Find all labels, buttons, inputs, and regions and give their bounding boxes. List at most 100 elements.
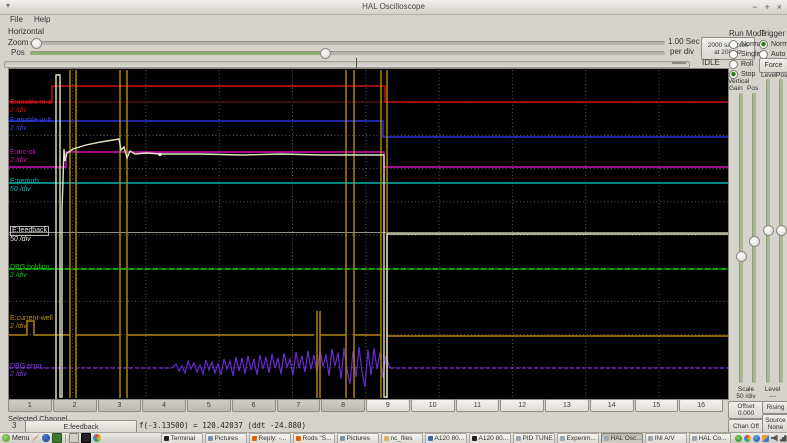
radio-label: Auto <box>771 50 786 58</box>
taskbar-window-pictures[interactable]: Pictures <box>204 432 247 443</box>
window-label: nc_files <box>390 434 413 442</box>
window-label: HAL Osc... <box>610 434 642 442</box>
screen-icon[interactable] <box>68 433 79 443</box>
channel-button-14[interactable]: 14 <box>589 399 634 412</box>
channel-button-16[interactable]: 16 <box>679 399 723 412</box>
window-label: INI A/V <box>654 434 675 442</box>
vertical-gain-thumb[interactable] <box>736 251 747 262</box>
channel-gain: 2 /div <box>10 157 27 164</box>
taskbar-window-rods-s-[interactable]: Rods "S... <box>292 432 335 443</box>
menu-file[interactable]: File <box>10 15 23 24</box>
horizontal-zoom-slider[interactable] <box>30 41 665 45</box>
channel-button-15[interactable]: 15 <box>634 399 679 412</box>
trace-E:feedback <box>55 74 728 399</box>
window-icon <box>647 435 653 441</box>
channel-label-E:enable-in-b[interactable]: E:enable-in-b 2 /div <box>10 117 52 133</box>
mate-menu-icon <box>2 434 10 442</box>
pos-slider-fill <box>30 52 325 55</box>
channel-label-E:perturb[interactable]: E:perturb 50 /div <box>10 178 39 194</box>
minimize-button[interactable]: − <box>752 2 757 12</box>
window-menu-icon[interactable]: ▾ <box>6 1 10 10</box>
channel-button-6[interactable]: 6 <box>231 399 276 412</box>
scope-display[interactable] <box>8 68 729 400</box>
close-button[interactable]: × <box>777 2 782 12</box>
channel-button-8[interactable]: 8 <box>321 399 365 412</box>
taskbar-window-nc-files[interactable]: nc_files <box>380 432 423 443</box>
channel-label-E:arc-ok[interactable]: E:arc-ok 2 /div <box>10 149 36 165</box>
source-value: None <box>767 423 784 431</box>
channel-button-12[interactable]: 12 <box>500 399 544 412</box>
trigger-radio-normal[interactable]: Normal <box>759 39 787 49</box>
trigger-level-thumb[interactable] <box>763 225 774 236</box>
taskbar-window-pictures[interactable]: Pictures <box>336 432 379 443</box>
transfer-icon[interactable] <box>761 434 769 442</box>
channel-button-3[interactable]: 3 <box>97 399 142 412</box>
titlebar: ▾ HAL Oscilloscope − + × <box>0 0 787 15</box>
trigger-force-button[interactable]: Force <box>759 58 787 73</box>
display-icon[interactable] <box>80 433 91 443</box>
channel-label-DBG:holding[interactable]: DBG:holding 2 /div <box>10 264 50 280</box>
cursor-readout: f(-3.13500) = 120.42037 (ddt -24.880) <box>139 421 307 430</box>
channel-button-4[interactable]: 4 <box>142 399 186 412</box>
chan-off-button[interactable]: Chan Off <box>728 419 764 433</box>
channel-label-DBG:error[interactable]: DBG:error 2 /div <box>10 363 42 379</box>
trace-DBG:error-noise <box>171 346 391 388</box>
volume-icon[interactable] <box>770 434 778 442</box>
horizontal-pos-slider[interactable] <box>30 51 665 55</box>
record-position-handle[interactable] <box>672 62 686 64</box>
level-caption: Level <box>764 386 781 393</box>
taskbar-window-terminal[interactable]: Terminal <box>160 432 203 443</box>
chrome-icon[interactable] <box>92 434 101 442</box>
channel-label-E:current-well[interactable]: E:current-well 2 /div <box>10 315 53 331</box>
window-icon <box>515 435 521 441</box>
taskbar-window-experim-[interactable]: Experim... <box>556 432 599 443</box>
taskbar-window-ini-a-v[interactable]: INI A/V <box>644 432 687 443</box>
channel-gain: 2 /div <box>10 125 27 132</box>
channel-label-E:feedback[interactable]: E:feedback 50 /div <box>10 226 50 244</box>
radio-dot <box>729 49 738 59</box>
globe-icon[interactable] <box>41 434 50 442</box>
taskbar-separator <box>64 434 66 442</box>
rising-button[interactable]: Rising <box>762 401 787 414</box>
radio-dot <box>729 39 738 49</box>
source-button[interactable]: Source None <box>762 414 787 433</box>
signal-icon[interactable] <box>779 435 787 442</box>
menu-help[interactable]: Help <box>34 15 50 24</box>
taskbar-window-reply-[interactable]: Reply: -... <box>248 432 291 443</box>
radio-dot <box>759 39 768 49</box>
channel-button-2[interactable]: 2 <box>52 399 97 412</box>
channel-button-11[interactable]: 11 <box>455 399 500 412</box>
record-position-bar[interactable] <box>4 61 690 68</box>
taskbar-window-hal-co-[interactable]: HAL Co... <box>688 432 731 443</box>
window-label: Terminal <box>170 434 196 442</box>
taskbar-menu-button[interactable]: Menu <box>2 434 30 442</box>
channel-button-1[interactable]: 1 <box>8 399 52 412</box>
channel-button-7[interactable]: 7 <box>276 399 321 412</box>
taskbar-window-hal-osc-[interactable]: HAL Osc... <box>600 432 643 443</box>
window-controls: − + × <box>745 1 782 14</box>
channel-button-9[interactable]: 9 <box>366 399 410 412</box>
terminal-icon[interactable] <box>51 433 62 443</box>
radio-label: Normal <box>771 40 787 48</box>
taskbar-window-a120-80-[interactable]: A120 80... <box>468 432 511 443</box>
taskbar-window-pid-tune[interactable]: PID TUNE <box>512 432 555 443</box>
vertical-gain-slider[interactable] <box>739 93 743 383</box>
pencil-icon[interactable] <box>31 434 40 442</box>
window-icon <box>251 435 257 441</box>
taskbar-window-a120-80-[interactable]: A120 80... <box>424 432 467 443</box>
trigger-pos-thumb[interactable] <box>776 225 787 236</box>
chrome-icon[interactable] <box>743 434 751 442</box>
pos-slider-thumb[interactable] <box>320 48 331 59</box>
quassel-icon[interactable] <box>734 434 742 442</box>
maximize-button[interactable]: + <box>764 2 769 12</box>
zoom-slider-thumb[interactable] <box>31 38 42 49</box>
channel-name: DBG:holding <box>10 264 50 271</box>
channel-button-10[interactable]: 10 <box>410 399 455 412</box>
vertical-pos-thumb[interactable] <box>749 236 760 247</box>
channel-button-5[interactable]: 5 <box>187 399 231 412</box>
blue-app-icon[interactable] <box>752 434 760 442</box>
channel-label-E:enable-in-a[interactable]: E:enable-in-a 2 /div <box>10 99 52 115</box>
offset-button[interactable]: Offset 0.000 <box>728 401 764 419</box>
channel-button-13[interactable]: 13 <box>545 399 589 412</box>
window-label: HAL Co... <box>698 434 727 442</box>
